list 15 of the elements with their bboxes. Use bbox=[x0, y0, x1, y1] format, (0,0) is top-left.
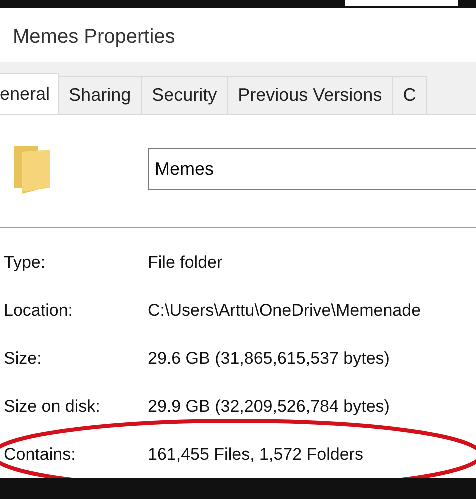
property-label: Contains: bbox=[3, 444, 77, 466]
tab[interactable]: C bbox=[392, 76, 428, 114]
property-value: File folder bbox=[148, 252, 223, 274]
property-value: 29.6 GB (31,865,615,537 bytes) bbox=[148, 348, 390, 370]
property-value: 29.9 GB (32,209,526,784 bytes) bbox=[148, 396, 390, 418]
property-label: Type: bbox=[3, 252, 47, 274]
property-label: Location: bbox=[3, 300, 74, 322]
window-title: Memes Properties bbox=[13, 26, 176, 48]
property-label: Size on disk: bbox=[3, 396, 102, 418]
property-value: 161,455 Files, 1,572 Folders bbox=[148, 444, 364, 466]
property-value: C:\Users\Arttu\OneDrive\Memenade bbox=[148, 300, 422, 322]
property-label: Size: bbox=[3, 348, 43, 370]
tab[interactable]: eneral bbox=[0, 73, 60, 114]
name-field[interactable]: Memes bbox=[148, 148, 476, 190]
folder-icon bbox=[14, 144, 50, 194]
